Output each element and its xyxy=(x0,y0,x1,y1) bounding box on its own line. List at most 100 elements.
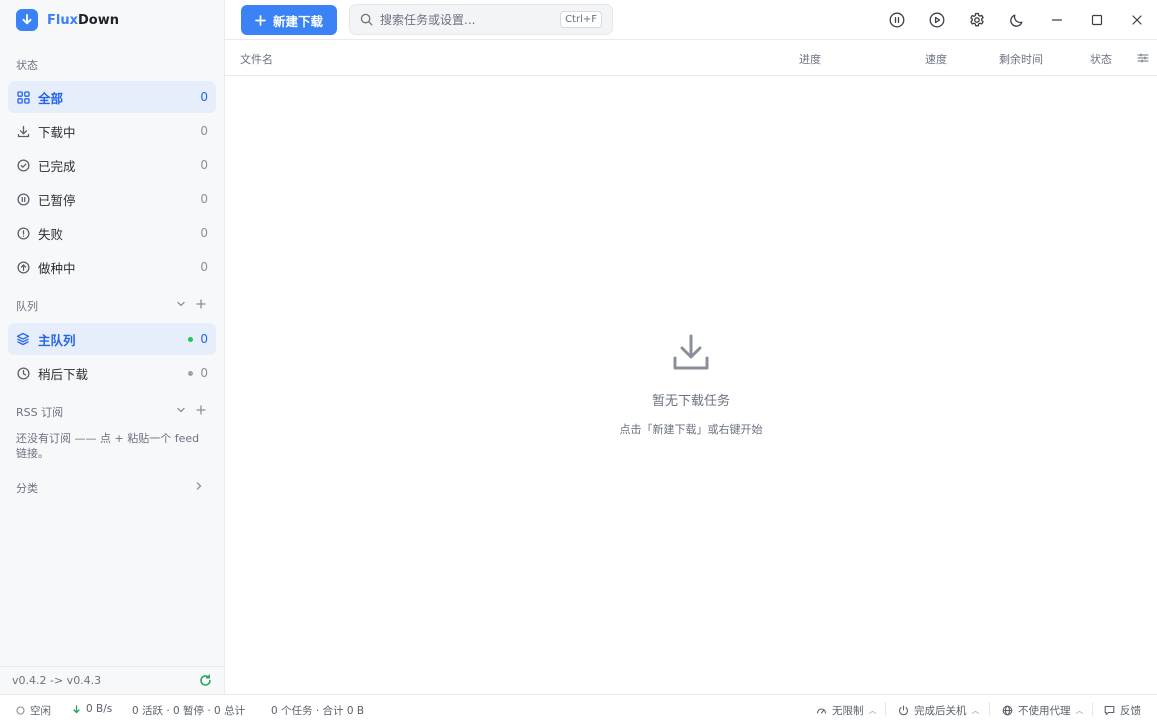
rss-section-title: RSS 订阅 xyxy=(16,406,64,419)
chevron-down-icon[interactable] xyxy=(176,299,186,309)
status-bar: 空闲 0 B/s 0 活跃 · 0 暂停 · 0 总计 0 个任务 · 合计 0… xyxy=(0,694,1157,722)
feedback-button[interactable]: 反馈 xyxy=(1104,703,1141,718)
sidebar-item-label: 稍后下载 xyxy=(38,366,89,382)
sidebar-item-label: 已暂停 xyxy=(38,192,76,208)
engine-state: 空闲 xyxy=(16,703,51,718)
empty-state-subtitle: 点击「新建下载」或右键开始 xyxy=(619,423,763,436)
app-name: FluxDown xyxy=(47,12,119,28)
status-separator xyxy=(885,702,886,716)
sidebar-item-count: 0 xyxy=(200,158,208,172)
sidebar-item-label: 失败 xyxy=(38,226,64,242)
sidebar-item-main-queue[interactable]: 主队列 0 xyxy=(8,323,216,355)
queue-section-actions xyxy=(176,299,206,309)
sidebar-item-label: 下载中 xyxy=(38,124,76,140)
version-text: v0.4.2 -> v0.4.3 xyxy=(12,674,102,687)
update-icon[interactable] xyxy=(199,674,212,687)
task-summary: 0 个任务 · 合计 0 B xyxy=(271,705,365,717)
chevron-up-icon: ︿ xyxy=(1075,706,1084,715)
pause-all-icon[interactable] xyxy=(887,10,907,30)
power-icon xyxy=(898,705,909,716)
sidebar-item-completed[interactable]: 已完成 0 xyxy=(8,149,216,181)
sidebar-item-count: 0 xyxy=(200,366,208,380)
maximize-icon[interactable] xyxy=(1087,10,1107,30)
sidebar-item-seeding[interactable]: 做种中 0 xyxy=(8,251,216,283)
table-header: 文件名 进度 速度 剩余时间 状态 xyxy=(225,40,1157,76)
check-circle-icon xyxy=(16,158,30,172)
sidebar-item-count: 0 xyxy=(200,260,208,274)
queue-idle-dot xyxy=(188,370,194,376)
gauge-icon xyxy=(816,708,827,714)
message-icon xyxy=(1104,705,1115,716)
globe-icon xyxy=(1002,705,1013,716)
arrow-down-icon xyxy=(73,704,80,713)
new-download-label: 新建下载 xyxy=(272,13,323,29)
chevron-right-icon[interactable] xyxy=(194,481,204,491)
clock-icon xyxy=(16,366,30,380)
sidebar-item-all[interactable]: 全部 0 xyxy=(8,81,216,113)
empty-download-icon xyxy=(225,330,1157,374)
layers-icon xyxy=(16,332,30,346)
new-download-button[interactable]: 新建下载 xyxy=(241,5,337,35)
sidebar-item-count: 0 xyxy=(200,90,208,104)
queue-section-title: 队列 xyxy=(16,300,38,313)
column-header-progress[interactable]: 进度 xyxy=(799,51,821,67)
empty-state-title: 暂无下载任务 xyxy=(651,394,730,409)
idle-circle-icon xyxy=(16,706,25,715)
column-header-status[interactable]: 状态 xyxy=(1090,51,1112,67)
chevron-down-icon[interactable] xyxy=(176,405,186,415)
gear-icon[interactable] xyxy=(967,10,987,30)
task-counts: 0 活跃 · 0 暂停 · 0 总计 xyxy=(132,705,246,717)
download-speed: 0 B/s xyxy=(72,703,112,715)
search-box[interactable]: Ctrl+F xyxy=(349,4,613,35)
start-all-icon[interactable] xyxy=(927,10,947,30)
add-queue-icon[interactable] xyxy=(196,299,206,309)
app-logo-icon xyxy=(16,9,38,31)
after-complete-menu[interactable]: 完成后关机 ︿ xyxy=(898,703,980,718)
column-header-speed[interactable]: 速度 xyxy=(925,51,947,67)
column-settings-icon[interactable] xyxy=(1137,52,1149,67)
brand: FluxDown xyxy=(16,9,119,31)
chevron-up-icon: ︿ xyxy=(971,706,980,715)
sidebar-item-label: 做种中 xyxy=(38,260,76,276)
column-header-remaining[interactable]: 剩余时间 xyxy=(999,51,1043,67)
close-icon[interactable] xyxy=(1127,10,1147,30)
rss-empty-hint: 还没有订阅 —— 点 + 粘贴一个 feed 链接。 xyxy=(16,432,200,460)
minimize-icon[interactable] xyxy=(1047,10,1067,30)
sidebar-item-count: 0 xyxy=(200,192,208,206)
status-separator xyxy=(1092,702,1093,716)
sidebar-item-label: 已完成 xyxy=(38,158,76,174)
category-section-actions xyxy=(194,481,204,491)
top-toolbar: 新建下载 Ctrl+F xyxy=(225,0,1157,40)
sidebar-item-count: 0 xyxy=(200,226,208,240)
sidebar-item-paused[interactable]: 已暂停 0 xyxy=(8,183,216,215)
sidebar-item-failed[interactable]: 失败 0 xyxy=(8,217,216,249)
download-icon xyxy=(16,124,30,138)
sidebar-item-downloading[interactable]: 下载中 0 xyxy=(8,115,216,147)
sidebar: FluxDown 状态 全部 0 下载中 0 已完成 0 已暂停 0 失败 0 … xyxy=(0,0,225,694)
search-shortcut-badge: Ctrl+F xyxy=(560,11,602,28)
empty-state: 暂无下载任务 点击「新建下载」或右键开始 xyxy=(225,330,1157,437)
sidebar-item-count: 0 xyxy=(200,124,208,138)
rss-section-actions xyxy=(176,405,206,415)
category-section-title: 分类 xyxy=(16,482,38,495)
queue-active-dot xyxy=(188,336,194,342)
add-feed-icon[interactable] xyxy=(196,405,206,415)
column-header-filename[interactable]: 文件名 xyxy=(240,51,273,67)
sidebar-item-later-queue[interactable]: 稍后下载 0 xyxy=(8,357,216,389)
upload-circle-icon xyxy=(16,260,30,274)
grid-icon xyxy=(16,90,30,104)
status-separator xyxy=(989,702,990,716)
proxy-menu[interactable]: 不使用代理 ︿ xyxy=(1002,703,1084,718)
speed-limit-menu[interactable]: 无限制 ︿ xyxy=(816,703,877,718)
moon-icon[interactable] xyxy=(1007,10,1027,30)
alert-circle-icon xyxy=(16,226,30,240)
sidebar-item-count: 0 xyxy=(200,332,208,346)
search-input[interactable] xyxy=(380,12,561,27)
sidebar-item-label: 主队列 xyxy=(38,332,76,348)
chevron-up-icon: ︿ xyxy=(868,706,877,715)
search-icon xyxy=(360,13,373,26)
plus-icon xyxy=(255,14,266,26)
app-window: FluxDown 状态 全部 0 下载中 0 已完成 0 已暂停 0 失败 0 … xyxy=(0,0,1157,722)
pause-circle-icon xyxy=(16,192,30,206)
status-section-title: 状态 xyxy=(16,59,38,72)
